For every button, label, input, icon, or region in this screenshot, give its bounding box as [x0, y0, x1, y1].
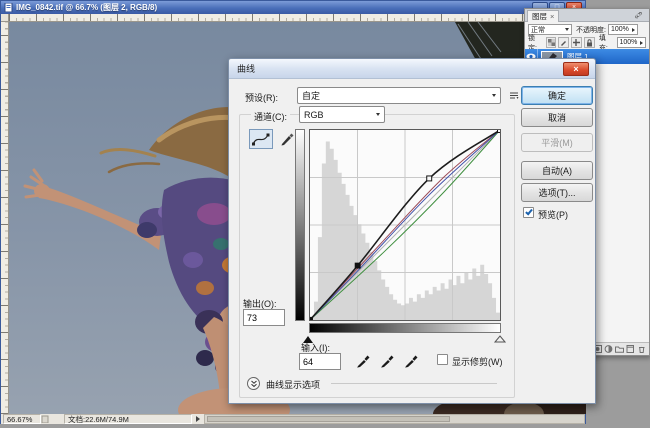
dialog-title: 曲线	[237, 62, 255, 75]
preset-value: 自定	[302, 89, 492, 102]
channel-label: 通道(C):	[251, 110, 290, 123]
white-point-slider[interactable]	[494, 335, 506, 343]
scrollbar-thumb[interactable]	[207, 416, 450, 422]
checkmark-icon	[525, 208, 533, 216]
show-clipping-label: 显示修剪(W)	[452, 355, 503, 368]
delete-layer-icon[interactable]	[637, 345, 646, 353]
divider	[331, 383, 497, 384]
edit-points-tool-button[interactable]	[249, 129, 273, 149]
white-point-eyedropper[interactable]	[403, 351, 419, 369]
lock-row: 锁定: 填充: 100%	[525, 36, 649, 49]
adjustment-layer-icon[interactable]	[604, 345, 613, 353]
double-chevron-down-icon	[250, 380, 258, 388]
document-title: IMG_0842.tif @ 66.7% (图层 2, RGB/8)	[16, 2, 157, 13]
new-layer-icon[interactable]	[626, 345, 635, 353]
preset-label: 预设(R):	[245, 91, 278, 104]
show-clipping-checkbox[interactable]	[437, 354, 448, 365]
gray-point-eyedropper[interactable]	[379, 351, 395, 369]
panel-tab-bar: 图层 × «»	[525, 9, 649, 22]
curve-display-options-expander[interactable]	[247, 377, 260, 390]
smooth-button: 平滑(M)	[521, 133, 593, 152]
status-icon	[41, 415, 50, 423]
fill-value: 100%	[620, 39, 640, 46]
photoshop-app: IMG_0842.tif @ 66.7% (图层 2, RGB/8) _ □ ×	[0, 0, 650, 428]
lock-pixels-button[interactable]	[558, 37, 569, 48]
eyedropper-icon	[356, 351, 371, 368]
cancel-button[interactable]: 取消	[521, 108, 593, 127]
document-titlebar[interactable]: IMG_0842.tif @ 66.7% (图层 2, RGB/8) _ □ ×	[1, 1, 585, 14]
horizontal-ruler[interactable]	[9, 14, 586, 22]
file-icon	[4, 3, 13, 12]
scrubby-arrow-icon	[640, 41, 643, 45]
preset-options-icon	[509, 91, 519, 100]
tab-layers[interactable]: 图层 ×	[527, 10, 559, 22]
black-point-eyedropper[interactable]	[355, 351, 371, 369]
ruler-corner	[1, 14, 9, 22]
input-gradient-bar	[309, 323, 501, 333]
output-gradient-bar	[295, 129, 305, 321]
preset-select[interactable]: 自定	[297, 87, 501, 104]
tab-close-icon[interactable]: ×	[550, 12, 554, 21]
chevron-down-icon	[492, 94, 496, 97]
auto-button[interactable]: 自动(A)	[521, 161, 593, 180]
preview-label: 预览(P)	[538, 208, 568, 221]
curve-tool-icon	[252, 133, 270, 146]
chevron-down-icon	[565, 28, 569, 31]
status-options-arrow-icon[interactable]	[196, 416, 200, 422]
layers-tab-label: 图层	[532, 11, 547, 22]
input-field[interactable]	[299, 353, 341, 370]
eyedropper-icon	[404, 351, 419, 368]
channel-value: RGB	[304, 110, 376, 120]
vertical-ruler[interactable]	[1, 22, 9, 414]
curves-dialog: 曲线 × 预设(R): 自定 确定 取消 平滑(M) 自动(A) 选项(T)..…	[228, 58, 596, 404]
fill-field[interactable]: 100%	[617, 37, 647, 48]
horizontal-scrollbar[interactable]	[204, 414, 585, 424]
lock-all-button[interactable]	[584, 37, 595, 48]
zoom-level-field[interactable]: 66.67%	[3, 414, 41, 424]
collapse-panel-icon[interactable]: «»	[632, 8, 647, 23]
chevron-down-icon	[376, 113, 380, 116]
preview-checkbox[interactable]	[523, 207, 534, 218]
pencil-icon	[280, 132, 294, 146]
dialog-close-button[interactable]: ×	[563, 62, 589, 76]
output-field[interactable]	[243, 309, 285, 326]
status-bar: 66.67% 文档:22.6M/74.9M	[1, 414, 585, 424]
new-group-icon[interactable]	[615, 345, 624, 353]
preset-options-button[interactable]	[506, 87, 522, 103]
curve-display-options-label: 曲线显示选项	[266, 378, 320, 391]
scrubby-arrow-icon	[632, 28, 635, 32]
document-info: 文档:22.6M/74.9M	[64, 414, 192, 424]
ok-button[interactable]: 确定	[521, 86, 593, 105]
lock-transparency-button[interactable]	[546, 37, 557, 48]
eyedropper-icon	[380, 351, 395, 368]
curves-plot[interactable]	[309, 129, 501, 321]
dialog-titlebar[interactable]: 曲线	[229, 59, 595, 79]
channel-select[interactable]: RGB	[299, 106, 385, 123]
options-button[interactable]: 选项(T)...	[521, 183, 593, 202]
lock-position-button[interactable]	[571, 37, 582, 48]
